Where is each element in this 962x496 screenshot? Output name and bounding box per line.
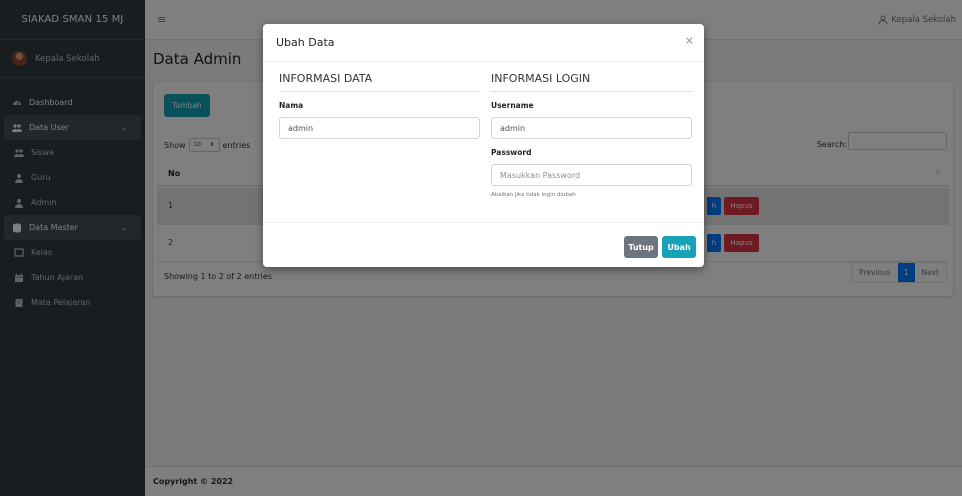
modal-footer: Tutup Ubah — [263, 222, 704, 267]
password-field[interactable]: Masukkan Password — [491, 164, 692, 186]
username-label: Username — [491, 101, 534, 110]
username-field[interactable]: admin — [491, 117, 692, 139]
nama-field[interactable]: admin — [279, 117, 480, 139]
data-section: INFORMASI DATA Nama admin — [279, 72, 480, 139]
login-section: INFORMASI LOGIN Username admin Password … — [491, 72, 692, 198]
password-label: Password — [491, 148, 532, 157]
modal-header: Ubah Data × — [263, 24, 704, 62]
save-button[interactable]: Ubah — [662, 236, 696, 258]
password-hint: Abaikan jika tidak ingin diubah — [491, 192, 576, 198]
section-title-data: INFORMASI DATA — [279, 72, 480, 92]
section-title-login: INFORMASI LOGIN — [491, 72, 692, 92]
edit-modal: Ubah Data × INFORMASI DATA Nama admin IN… — [263, 24, 704, 267]
close-icon[interactable]: × — [685, 34, 694, 47]
cancel-button[interactable]: Tutup — [624, 236, 658, 258]
nama-label: Nama — [279, 101, 304, 110]
modal-title: Ubah Data — [276, 36, 335, 49]
